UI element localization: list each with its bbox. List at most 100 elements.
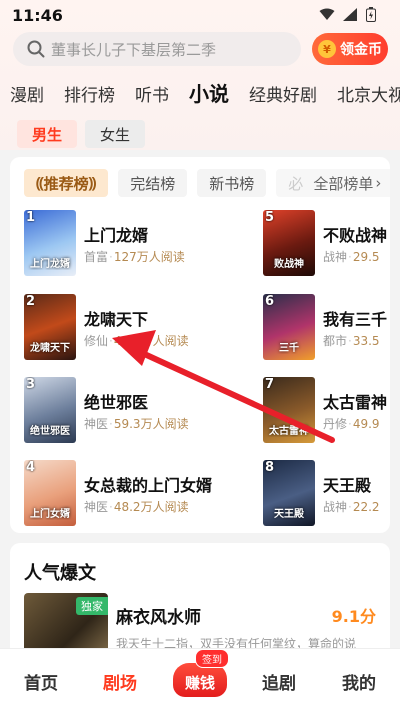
book-tag: 修仙 (84, 334, 109, 348)
book-cover: 2 龙啸天下 (24, 294, 76, 360)
nav-earn[interactable]: 赚钱 签到 (173, 649, 229, 697)
book-tag: 神医 (84, 417, 109, 431)
book-item[interactable]: 3 绝世邪医 绝世邪医 神医·59.3万人阅读 (24, 377, 224, 443)
book-title: 上门龙婿 (84, 226, 149, 245)
search-icon (27, 40, 45, 58)
nav-theater[interactable]: 剧场 (103, 669, 137, 694)
book-title: 我有三千 (323, 310, 388, 329)
rank-tab-finished[interactable]: 完结榜 (118, 169, 188, 197)
book-title: 不败战神 (323, 226, 388, 245)
book-title: 龙啸天下 (84, 310, 149, 329)
book-cover: 5 败战神 (263, 210, 315, 276)
book-tag: 首富 (84, 250, 109, 264)
book-item[interactable]: 2 龙啸天下 龙啸天下 修仙·43.0万人阅读 (24, 294, 224, 360)
sign-in-badge: 签到 (195, 649, 229, 668)
book-reads: 43.0万人阅读 (113, 334, 189, 348)
chevron-right-icon: › (375, 174, 382, 192)
book-item[interactable]: 1 上门龙婿 上门龙婿 首富·127万人阅读 (24, 210, 224, 276)
cover-title: 太古雷神 (269, 426, 309, 437)
book-tag: 战神 (323, 500, 348, 514)
book-item[interactable]: 5 败战神 不败战神 战神·29.5 (263, 210, 390, 276)
book-tag: 神医 (84, 500, 109, 514)
search-row: 董事长儿子下基层第二季 ¥ 领金币 (0, 32, 400, 68)
tab-beijing-tv[interactable]: 北京大视 (337, 81, 400, 106)
book-meta: 神医·48.2万人阅读 (84, 500, 189, 514)
book-meta: 首富·127万人阅读 (84, 250, 185, 264)
status-icons (319, 7, 376, 22)
book-cover: 1 上门龙婿 (24, 210, 76, 276)
book-item[interactable]: 7 太古雷神 太古雷神 丹修·49.9 (263, 377, 390, 443)
cover-title: 三千 (279, 343, 299, 354)
rank-tab-recommended-label: 推荐榜 (43, 174, 89, 193)
rank-number: 7 (265, 377, 275, 392)
rank-number: 6 (265, 294, 275, 309)
cover-title: 败战神 (274, 259, 304, 270)
book-meta: 都市·33.5 (323, 334, 380, 348)
book-reads: 49.9 (352, 417, 380, 431)
earn-bag-icon: 赚钱 (173, 663, 227, 697)
book-cover: 3 绝世邪医 (24, 377, 76, 443)
book-item[interactable]: 4 上门女婿 女总裁的上门女婿 神医·48.2万人阅读 (24, 460, 244, 526)
rank-tab-new[interactable]: 新书榜 (197, 169, 267, 197)
nav-mine[interactable]: 我的 (342, 669, 376, 694)
laurel-right-icon: ⸩ (88, 174, 97, 192)
section-title: 人气爆文 (24, 563, 96, 584)
cover-title: 上门龙婿 (30, 259, 70, 270)
category-tabs: 漫剧 排行榜 听书 小说 经典好剧 北京大视 (10, 78, 400, 106)
tab-audiobook[interactable]: 听书 (135, 81, 169, 106)
book-item[interactable]: 6 三千 我有三千 都市·33.5 (263, 294, 390, 360)
battery-icon (366, 7, 376, 22)
claim-coins-label: 领金币 (340, 42, 382, 58)
rank-number: 1 (26, 210, 36, 225)
book-meta: 神医·59.3万人阅读 (84, 417, 189, 431)
tab-novel[interactable]: 小说 (189, 78, 229, 107)
cover-title: 绝世邪医 (30, 426, 70, 437)
coin-icon: ¥ (318, 40, 336, 58)
book-cover: 7 太古雷神 (263, 377, 315, 443)
book-title: 女总裁的上门女婿 (84, 476, 213, 495)
gender-female-button[interactable]: 女生 (85, 120, 145, 148)
book-title: 绝世邪医 (84, 393, 149, 412)
book-reads: 48.2万人阅读 (113, 500, 189, 514)
book-title: 太古雷神 (323, 393, 388, 412)
featured-book-title[interactable]: 麻衣风水师 (116, 603, 201, 628)
rank-number: 5 (265, 210, 275, 225)
book-meta: 修仙·43.0万人阅读 (84, 334, 189, 348)
cover-title: 天王殿 (274, 509, 304, 520)
tab-comic-drama[interactable]: 漫剧 (10, 81, 44, 106)
book-meta: 丹修·49.9 (323, 417, 380, 431)
search-placeholder: 董事长儿子下基层第二季 (51, 40, 217, 59)
rank-tab-all[interactable]: 必 全部榜单 › (276, 169, 390, 197)
rank-tab-recommended[interactable]: ⸨ 推荐榜 ⸩ (24, 169, 109, 197)
gender-switch: 男生 女生 (17, 120, 145, 148)
book-tag: 丹修 (323, 417, 348, 431)
bottom-nav: 首页 剧场 赚钱 签到 追剧 我的 (0, 648, 400, 710)
rank-number: 3 (26, 377, 36, 392)
book-tag: 战神 (323, 250, 348, 264)
status-bar: 11:46 (0, 0, 400, 28)
popular-section: 人气爆文 独家 麻衣风水师 9.1分 我天生十二指，双手没有任何掌纹，算命的说 (10, 543, 390, 663)
exclusive-badge: 独家 (76, 597, 108, 615)
rank-tab-all-label: 全部榜单 (313, 174, 374, 193)
book-meta: 战神·29.5 (323, 250, 380, 264)
laurel-left-icon: ⸨ (36, 174, 44, 192)
wifi-icon (319, 8, 335, 20)
book-reads: 22.2 (352, 500, 380, 514)
claim-coins-button[interactable]: ¥ 领金币 (312, 33, 388, 65)
book-reads: 33.5 (352, 334, 380, 348)
status-time: 11:46 (12, 6, 63, 25)
book-reads: 127万人阅读 (113, 250, 185, 264)
tab-classic-drama[interactable]: 经典好剧 (249, 81, 317, 106)
nav-home[interactable]: 首页 (24, 669, 58, 694)
book-item[interactable]: 8 天王殿 天王殿 战神·22.2 (263, 460, 390, 526)
nav-follow[interactable]: 追剧 (262, 669, 296, 694)
book-cover: 4 上门女婿 (24, 460, 76, 526)
rank-number: 2 (26, 294, 36, 309)
rank-number: 4 (26, 460, 36, 475)
book-meta: 战神·22.2 (323, 500, 380, 514)
gender-male-button[interactable]: 男生 (17, 120, 77, 148)
rank-tabs: ⸨ 推荐榜 ⸩ 完结榜 新书榜 必 全部榜单 › (24, 169, 390, 197)
featured-book-score: 9.1分 (331, 607, 376, 626)
search-input[interactable]: 董事长儿子下基层第二季 (13, 32, 301, 66)
tab-rankings[interactable]: 排行榜 (64, 81, 115, 106)
